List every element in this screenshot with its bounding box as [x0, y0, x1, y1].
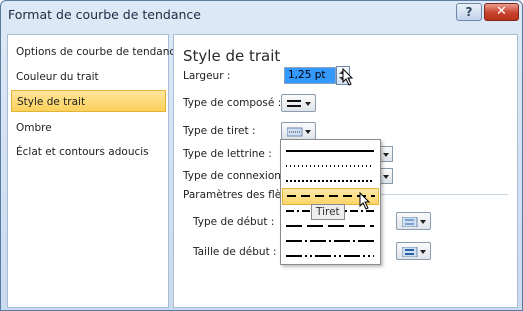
chevron-down-icon — [420, 220, 426, 224]
mouse-pointer-icon — [359, 192, 371, 210]
dash-type-dropdown[interactable] — [281, 122, 316, 140]
chevron-down-icon — [383, 175, 389, 179]
nav-item-line-color[interactable]: Couleur du trait — [11, 66, 166, 88]
chevron-down-icon — [420, 250, 426, 254]
nav-item-shadow[interactable]: Ombre — [11, 117, 166, 139]
compound-type-label: Type de composé : — [183, 97, 282, 109]
dash-type-label: Type de tiret : — [183, 125, 256, 137]
dash-option-long-dash-dot-dot[interactable] — [282, 248, 379, 265]
chevron-down-icon — [383, 153, 389, 157]
arrow-style-icon — [402, 217, 418, 227]
square-dot-line-icon — [286, 180, 374, 182]
join-type-dropdown[interactable] — [379, 168, 393, 184]
dash-line-icon — [287, 127, 303, 137]
join-type-label: Type de connexion : — [183, 170, 288, 182]
end-type-dropdown[interactable] — [396, 212, 431, 230]
long-dash-dot-dot-line-icon — [286, 255, 374, 257]
dash-tooltip: Tiret — [311, 204, 345, 220]
long-dash-line-icon — [286, 225, 374, 227]
nav-item-glow-soft-edges[interactable]: Éclat et contours adoucis — [11, 141, 166, 163]
width-input[interactable]: 1,25 pt — [284, 67, 336, 84]
round-dot-line-icon — [286, 165, 374, 167]
end-size-dropdown[interactable] — [396, 242, 431, 260]
arrow-size-icon — [402, 247, 418, 257]
width-label: Largeur : — [183, 70, 231, 82]
compound-line-icon — [287, 100, 301, 107]
mouse-pointer-icon — [342, 68, 354, 86]
dialog-title: Format de courbe de tendance — [8, 7, 201, 22]
nav-item-line-style[interactable]: Style de trait — [11, 90, 166, 112]
begin-size-label: Taille de début : — [193, 246, 277, 258]
compound-type-dropdown[interactable] — [281, 94, 316, 112]
chevron-down-icon — [305, 102, 311, 106]
title-bar[interactable]: Format de courbe de tendance ? ✕ — [1, 1, 522, 31]
help-button[interactable]: ? — [456, 3, 482, 21]
nav-item-trendline-options[interactable]: Options de courbe de tendance — [11, 41, 182, 63]
chevron-down-icon — [305, 130, 311, 134]
solid-line-icon — [286, 150, 374, 152]
begin-type-label: Type de début : — [193, 216, 275, 228]
section-title: Style de trait — [183, 47, 281, 65]
cap-type-dropdown[interactable] — [379, 146, 393, 162]
long-dash-dot-line-icon — [286, 240, 374, 242]
dialog-window: Format de courbe de tendance ? ✕ Options… — [0, 0, 523, 311]
close-button[interactable]: ✕ — [484, 3, 519, 21]
category-list: Options de courbe de tendance Couleur du… — [7, 34, 182, 308]
cap-type-label: Type de lettrine : — [183, 148, 272, 160]
